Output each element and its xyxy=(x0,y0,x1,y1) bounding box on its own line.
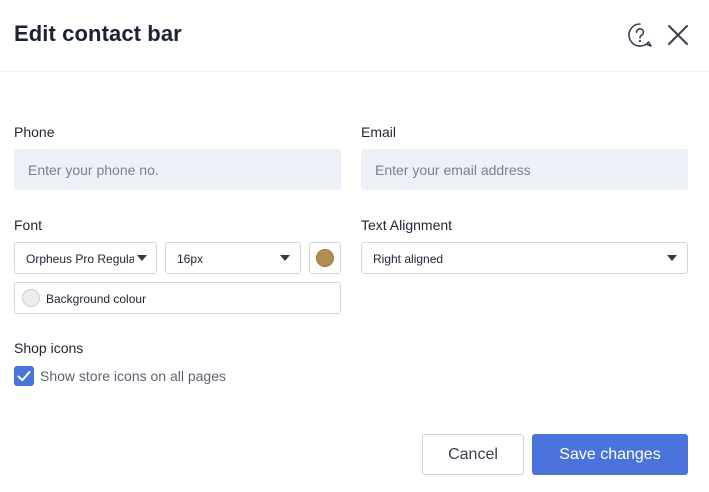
help-icon xyxy=(628,23,652,47)
text-alignment-select[interactable]: Right aligned xyxy=(361,242,688,274)
text-color-picker[interactable] xyxy=(309,242,341,274)
cancel-button[interactable]: Cancel xyxy=(422,434,524,475)
font-family-select[interactable]: Orpheus Pro Regular xyxy=(14,242,157,274)
background-color-swatch xyxy=(22,289,40,307)
email-input[interactable] xyxy=(361,149,688,190)
save-changes-button[interactable]: Save changes xyxy=(532,434,688,475)
dialog-header: Edit contact bar xyxy=(0,0,709,72)
font-size-select[interactable]: 16px xyxy=(165,242,301,274)
background-colour-label: Background colour xyxy=(46,292,147,306)
chevron-down-icon xyxy=(280,255,290,261)
font-family-value: Orpheus Pro Regular xyxy=(26,252,134,266)
close-button[interactable] xyxy=(664,21,692,49)
text-alignment-value: Right aligned xyxy=(373,252,444,266)
font-size-value: 16px xyxy=(177,252,204,266)
show-store-icons-label[interactable]: Show store icons on all pages xyxy=(40,368,226,384)
text-alignment-label: Text Alignment xyxy=(361,217,453,233)
help-button[interactable] xyxy=(626,21,654,49)
shop-icons-label: Shop icons xyxy=(14,340,84,356)
checkmark-icon xyxy=(17,371,31,382)
phone-input[interactable] xyxy=(14,149,341,190)
font-label: Font xyxy=(14,217,43,233)
text-color-swatch xyxy=(316,249,334,267)
phone-label: Phone xyxy=(14,124,55,140)
chevron-down-icon xyxy=(137,255,147,261)
dialog-title: Edit contact bar xyxy=(14,21,182,46)
email-label: Email xyxy=(361,124,397,140)
chevron-down-icon xyxy=(667,255,677,261)
close-icon xyxy=(668,25,688,45)
background-colour-picker[interactable]: Background colour xyxy=(14,282,341,314)
show-store-icons-checkbox[interactable] xyxy=(14,366,34,386)
